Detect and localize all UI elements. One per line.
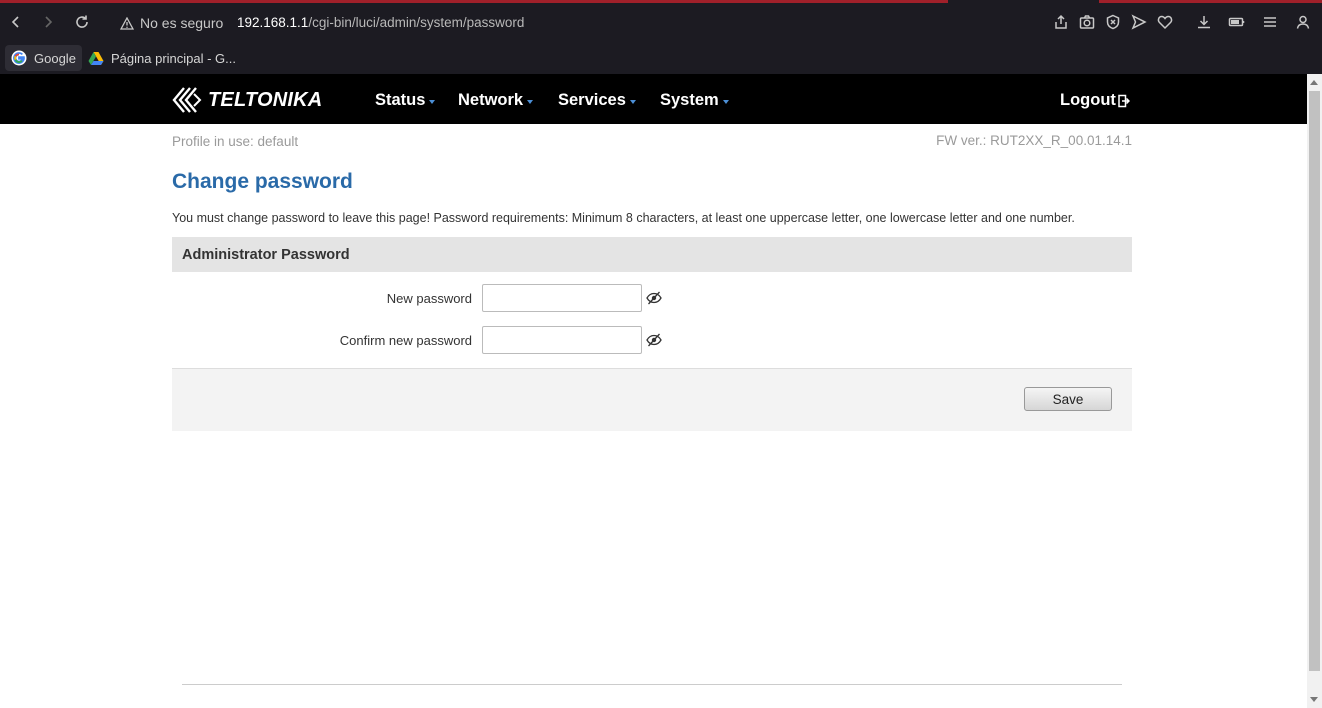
page-scrollbar[interactable]: [1307, 74, 1322, 708]
screenshot-button[interactable]: [1078, 13, 1096, 31]
url-host: 192.168.1.1: [237, 15, 309, 30]
section-title: Administrator Password: [182, 247, 350, 263]
google-icon: [11, 50, 27, 66]
menu-label: Status: [375, 91, 426, 109]
user-icon: [1296, 15, 1310, 29]
downloads-button[interactable]: [1195, 13, 1213, 31]
bookmark-label: Página principal - G...: [111, 50, 237, 66]
profile-in-use: Profile in use: default: [172, 134, 299, 149]
forward-button[interactable]: [37, 11, 59, 33]
adblock-button[interactable]: [1104, 13, 1122, 31]
bookmarks-bar: Google Página principal - G...: [0, 42, 1322, 74]
heart-icon: [1157, 15, 1173, 30]
teltonika-logo[interactable]: TELTONIKA: [172, 86, 322, 114]
menu-system[interactable]: System: [660, 91, 729, 110]
url-path: /cgi-bin/luci/admin/system/password: [308, 15, 525, 30]
camera-icon: [1079, 15, 1095, 29]
toggle-password-visibility-icon[interactable]: [646, 332, 662, 348]
menu-services[interactable]: Services: [558, 91, 636, 110]
teltonika-chevrons-icon: [172, 87, 202, 113]
caret-down-icon: [629, 99, 636, 104]
security-warning-label: No es seguro: [140, 15, 224, 31]
section-header: Administrator Password: [172, 237, 1132, 272]
scroll-up-arrow-icon[interactable]: [1310, 80, 1318, 85]
address-bar[interactable]: 192.168.1.1/cgi-bin/luci/admin/system/pa…: [237, 15, 524, 30]
password-requirements-text: You must change password to leave this p…: [172, 211, 1075, 225]
download-icon: [1198, 16, 1210, 29]
caret-down-icon: [429, 99, 436, 104]
menu-label: Network: [458, 91, 524, 109]
profile-button[interactable]: [1294, 13, 1312, 31]
back-arrow-icon: [11, 16, 19, 28]
drive-icon: [88, 51, 104, 65]
save-button[interactable]: Save: [1024, 387, 1112, 411]
bookmark-drive[interactable]: Página principal - G...: [82, 45, 242, 71]
bookmark-label: Google: [34, 50, 76, 66]
security-warning[interactable]: No es seguro: [120, 15, 223, 31]
web-page: TELTONIKA Status Network Services System…: [0, 74, 1307, 708]
send-button[interactable]: [1130, 13, 1148, 31]
reload-button[interactable]: [71, 11, 93, 33]
tab-indicator: [1099, 0, 1322, 3]
caret-down-icon: [722, 99, 729, 104]
logo-wordmark: TELTONIKA: [208, 88, 323, 111]
new-password-label: New password: [386, 291, 472, 306]
firmware-version: FW ver.: RUT2XX_R_00.01.14.1: [936, 133, 1132, 148]
send-icon: [1131, 14, 1147, 30]
share-button[interactable]: [1052, 13, 1070, 31]
menu-status[interactable]: Status: [375, 91, 436, 110]
logout-icon: [1118, 94, 1130, 107]
shield-x-icon: [1106, 14, 1120, 30]
footer-divider: [182, 684, 1122, 685]
reload-icon: [76, 15, 88, 28]
active-tab-indicator: [0, 0, 948, 3]
menu-lines-icon: [1264, 17, 1276, 27]
back-button[interactable]: [5, 11, 27, 33]
new-password-input[interactable]: [482, 284, 642, 312]
favorites-button[interactable]: [1156, 13, 1174, 31]
forward-arrow-icon: [45, 16, 53, 28]
bookmark-google[interactable]: Google: [5, 45, 82, 71]
toggle-password-visibility-icon[interactable]: [646, 290, 662, 306]
page-title: Change password: [172, 170, 353, 193]
scrollbar-thumb[interactable]: [1309, 91, 1320, 671]
confirm-password-label: Confirm new password: [339, 333, 472, 348]
menu-label: Services: [558, 91, 626, 109]
menu-label: System: [660, 91, 719, 109]
form-actions: Save: [172, 368, 1132, 431]
menu-network[interactable]: Network: [458, 91, 534, 110]
warning-triangle-icon: [120, 16, 134, 30]
confirm-password-input[interactable]: [482, 326, 642, 354]
router-header: TELTONIKA Status Network Services System…: [0, 74, 1307, 124]
logout-button[interactable]: Logout: [1060, 91, 1130, 110]
menu-button[interactable]: [1261, 13, 1279, 31]
battery-icon: [1228, 17, 1245, 27]
caret-down-icon: [527, 99, 534, 104]
share-icon: [1055, 14, 1067, 29]
scroll-down-arrow-icon[interactable]: [1310, 697, 1318, 702]
battery-saver-button[interactable]: [1228, 13, 1246, 31]
browser-toolbar: No es seguro 192.168.1.1/cgi-bin/luci/ad…: [0, 0, 1322, 42]
logout-label: Logout: [1060, 91, 1116, 109]
